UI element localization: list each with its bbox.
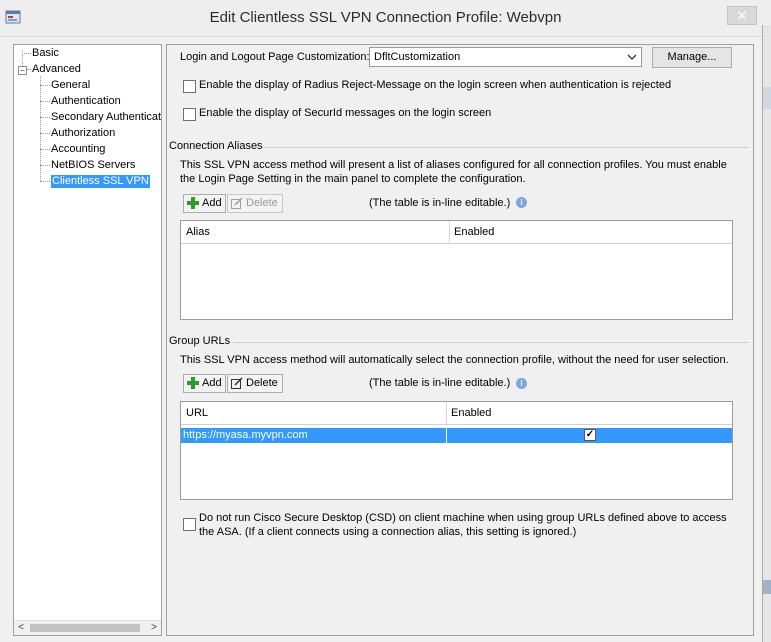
horizontal-scrollbar[interactable]: < > — [14, 620, 161, 635]
aliases-inline-note: (The table is in-line editable.) — [369, 197, 511, 209]
group-urls-description: This SSL VPN access method will automati… — [180, 354, 729, 366]
aliases-table[interactable]: Alias Enabled — [180, 220, 733, 320]
aliases-table-header: Alias Enabled — [181, 221, 732, 244]
tree-item-advanced[interactable]: Advanced — [32, 63, 81, 76]
tree-item-authentication[interactable]: Authentication — [51, 95, 121, 108]
close-icon: ✕ — [736, 8, 748, 23]
aliases-add-button[interactable]: Add — [183, 194, 226, 213]
title-bar: Edit Clientless SSL VPN Connection Profi… — [0, 0, 771, 37]
column-header-enabled[interactable]: Enabled — [451, 407, 491, 419]
tree-item-secondary-authentication[interactable]: Secondary Authenticat — [51, 111, 161, 124]
url-cell[interactable]: https://myasa.myvpn.com — [183, 428, 308, 443]
info-icon: i — [516, 197, 527, 208]
tree-item-basic[interactable]: Basic — [32, 47, 59, 60]
column-header-url[interactable]: URL — [186, 407, 208, 419]
add-icon — [187, 377, 199, 389]
scroll-left-icon[interactable]: < — [14, 621, 28, 635]
customization-value: DfltCustomization — [374, 51, 461, 63]
group-urls-table-header: URL Enabled — [181, 402, 732, 425]
collapse-icon[interactable]: − — [18, 66, 27, 75]
urls-delete-button[interactable]: Delete — [227, 374, 283, 393]
radius-reject-label: Enable the display of Radius Reject-Mess… — [199, 79, 672, 91]
urls-add-button[interactable]: Add — [183, 374, 226, 393]
background-window-edge — [762, 25, 771, 642]
navigation-tree: Basic − Advanced General Authentication … — [13, 44, 162, 636]
scroll-right-icon[interactable]: > — [147, 621, 161, 635]
main-panel: Login and Logout Page Customization: Dfl… — [166, 44, 754, 636]
chevron-down-icon — [627, 54, 637, 60]
tree-item-accounting[interactable]: Accounting — [51, 143, 105, 156]
csd-label: Do not run Cisco Secure Desktop (CSD) on… — [199, 512, 727, 538]
group-urls-table[interactable]: URL Enabled https://myasa.myvpn.com ✓ — [180, 401, 733, 500]
tree-item-netbios-servers[interactable]: NetBIOS Servers — [51, 159, 135, 172]
window-title: Edit Clientless SSL VPN Connection Profi… — [209, 9, 562, 26]
table-row[interactable]: https://myasa.myvpn.com ✓ — [181, 428, 732, 443]
securid-label: Enable the display of SecurId messages o… — [199, 107, 492, 119]
scroll-thumb[interactable] — [30, 624, 140, 632]
column-header-alias[interactable]: Alias — [186, 226, 210, 238]
connection-aliases-description: This SSL VPN access method will present … — [180, 159, 727, 185]
edit-icon — [231, 197, 243, 209]
securid-checkbox[interactable] — [183, 108, 196, 121]
customization-select[interactable]: DfltCustomization — [369, 47, 642, 67]
column-header-enabled[interactable]: Enabled — [454, 226, 494, 238]
tree-item-clientless-ssl-vpn[interactable]: Clientless SSL VPN — [51, 175, 150, 188]
tree-item-general[interactable]: General — [51, 79, 90, 92]
info-icon: i — [516, 378, 527, 389]
radius-reject-checkbox[interactable] — [183, 80, 196, 93]
enabled-checkbox[interactable]: ✓ — [584, 429, 596, 441]
customization-label: Login and Logout Page Customization: — [180, 51, 370, 63]
manage-button[interactable]: Manage... — [652, 47, 732, 68]
close-button[interactable]: ✕ — [727, 6, 757, 25]
csd-checkbox[interactable] — [183, 518, 196, 531]
aliases-delete-button[interactable]: Delete — [227, 194, 283, 213]
add-icon — [187, 197, 199, 209]
group-urls-title: Group URLs — [169, 335, 231, 347]
urls-inline-note: (The table is in-line editable.) — [369, 377, 511, 389]
edit-icon — [231, 377, 243, 389]
tree-item-authorization[interactable]: Authorization — [51, 127, 115, 140]
connection-aliases-title: Connection Aliases — [169, 140, 263, 152]
